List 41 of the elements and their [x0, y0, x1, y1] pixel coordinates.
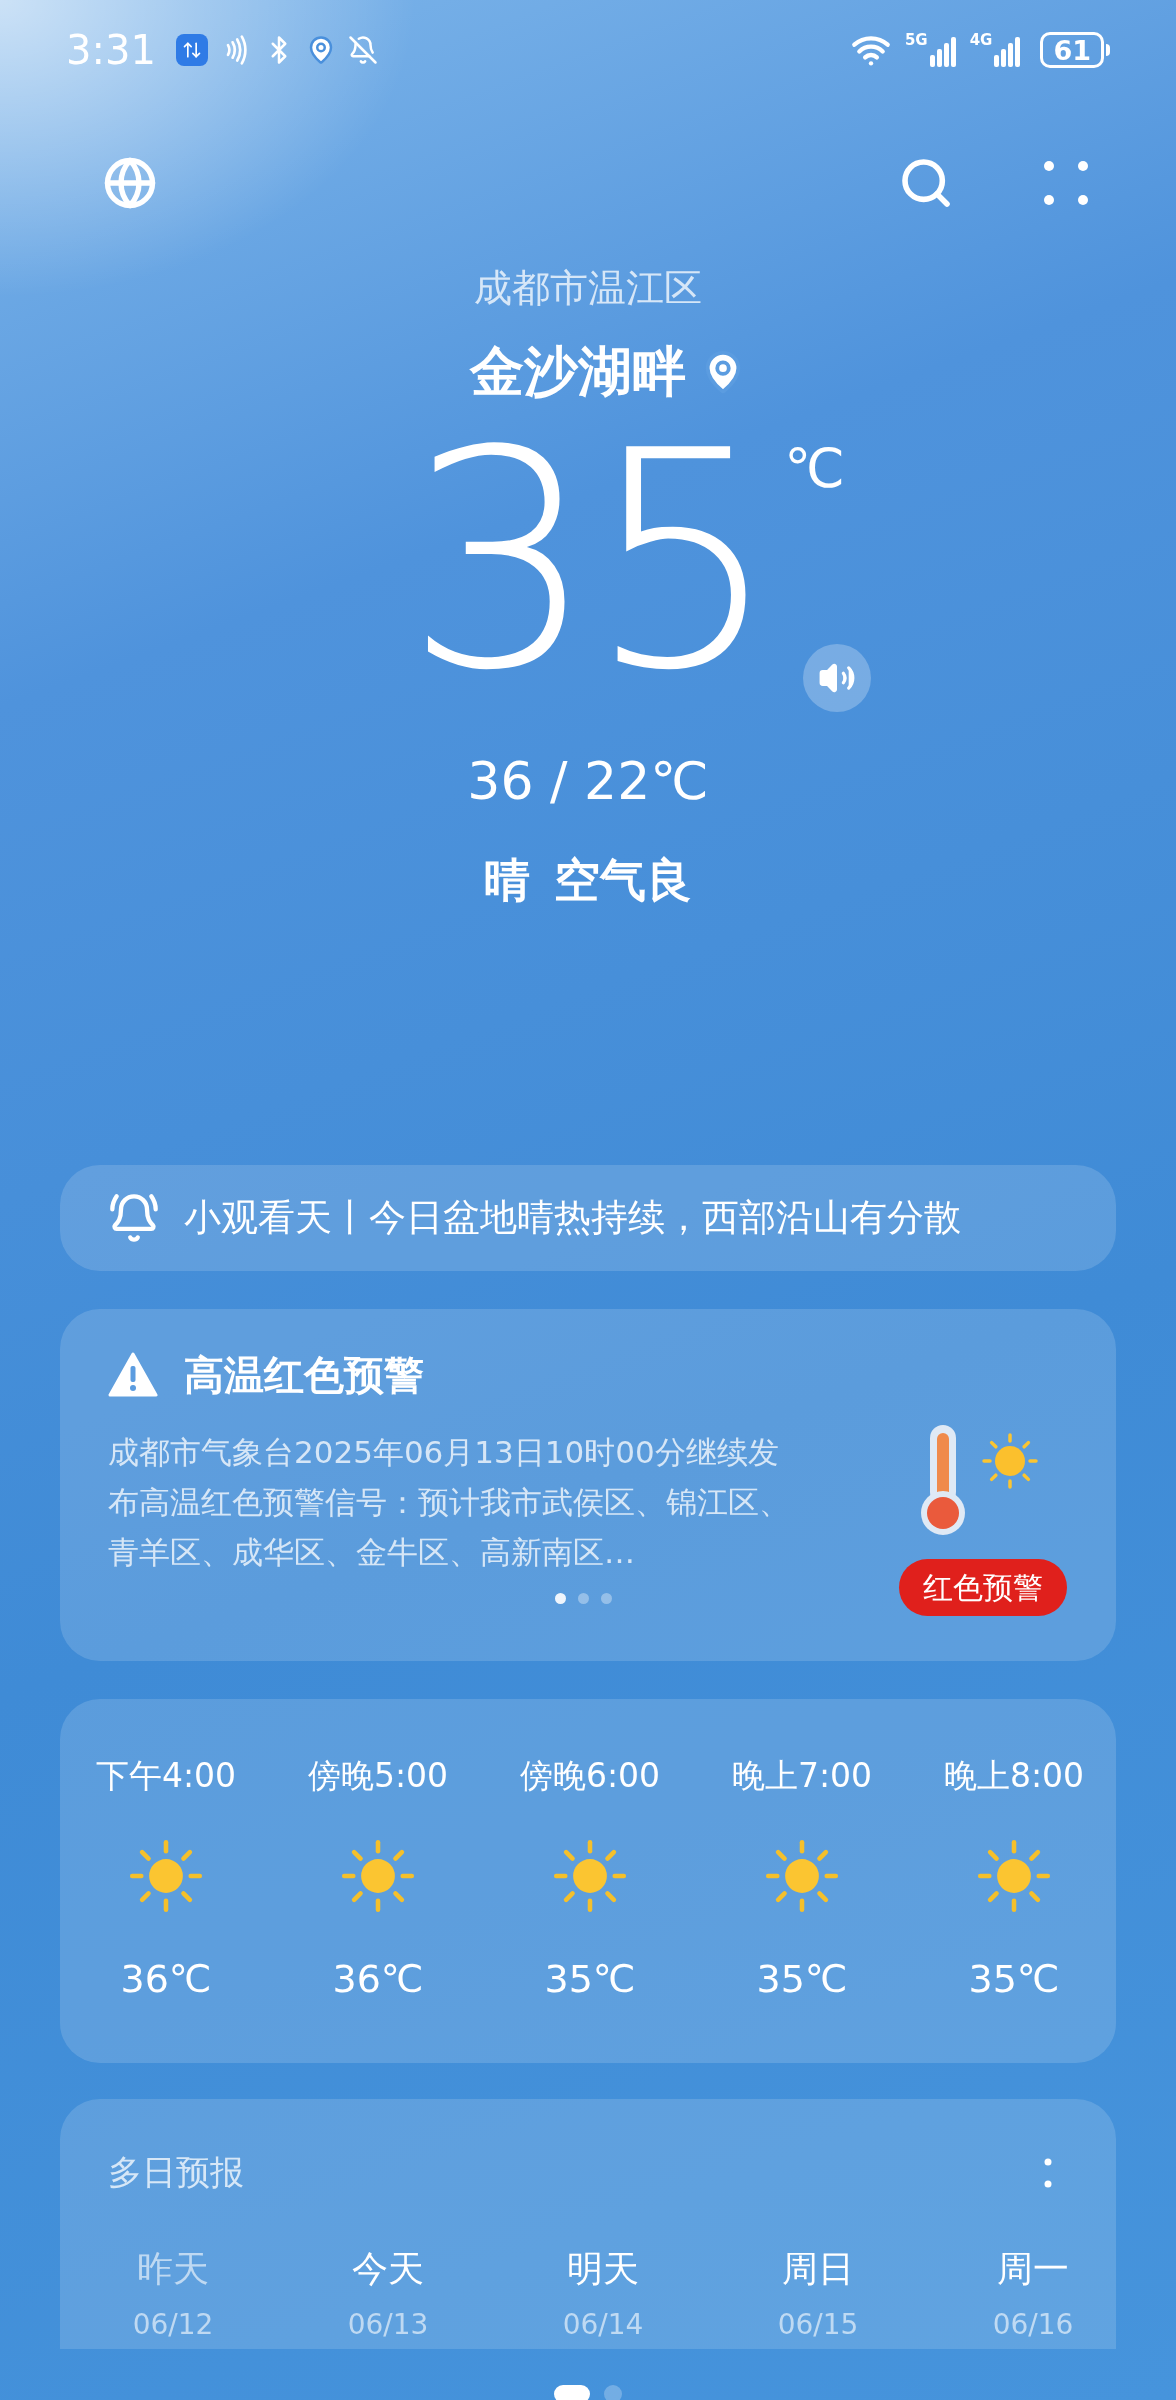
region-name: 成都市温江区 [474, 265, 702, 312]
hour-temperature: 35℃ [968, 1955, 1060, 2003]
day-label: 明天 [567, 2247, 639, 2291]
day-date: 06/15 [777, 2307, 859, 2343]
warning-level-badge: 红色预警 [899, 1559, 1067, 1616]
day-label: 昨天 [137, 2247, 209, 2291]
temperature-unit: ℃ [784, 436, 845, 502]
data-transfer-icon [175, 34, 208, 66]
warning-description: 成都市气象台2025年06月13日10时00分继续发布高温红色预警信号：预计我市武侯区、锦江区、青羊区、成华区、金牛区、高新南区… [108, 1433, 791, 1572]
hour-time: 晚上8:00 [943, 1755, 1085, 1797]
day-label: 今天 [352, 2247, 424, 2291]
bell-icon [108, 1192, 160, 1244]
more-icon [1044, 2157, 1052, 2188]
warning-icon [108, 1352, 158, 1398]
hour-time: 下午4:00 [95, 1755, 237, 1797]
hour-time: 傍晚5:00 [307, 1755, 449, 1797]
day-date: 06/12 [132, 2307, 214, 2343]
hour-temperature: 36℃ [120, 1955, 212, 2003]
day-date: 06/16 [992, 2307, 1074, 2343]
air-quality: 空气良 [554, 852, 692, 909]
weather-condition: 晴 [484, 852, 530, 909]
warning-card[interactable]: 高温红色预警 成都市气象台2025年06月13日10时00分继续发布高温红色预警信号：预计我市武侯区、锦江区、青羊区、成华区、金牛区、高新南区… 红色预警 [60, 1309, 1116, 1661]
day-date: 06/14 [562, 2307, 644, 2343]
weather-news-banner[interactable]: 小观看天丨今日盆地晴热持续，西部沿山有分散 [60, 1165, 1116, 1271]
warning-title: 高温红色预警 [184, 1351, 424, 1400]
hour-temperature: 35℃ [544, 1955, 636, 2003]
clock-time: 3:31 [66, 26, 156, 75]
hour-time: 晚上7:00 [731, 1755, 873, 1797]
forecast-title: 多日预报 [108, 2151, 244, 2194]
hour-temperature: 35℃ [756, 1955, 848, 2003]
location-name: 金沙湖畔 [470, 339, 686, 405]
temperature-range: 36 / 22℃ [467, 750, 709, 813]
day-date: 06/13 [347, 2307, 429, 2343]
hour-temperature: 36℃ [332, 1955, 424, 2003]
current-temperature: 35 [405, 412, 771, 712]
bell-off-icon [347, 35, 378, 65]
battery-indicator: 61 [1040, 32, 1104, 68]
day-label: 周日 [782, 2247, 854, 2291]
day-label: 周一 [997, 2247, 1069, 2291]
hour-time: 傍晚6:00 [519, 1755, 661, 1797]
banner-text: 小观看天丨今日盆地晴热持续，西部沿山有分散 [184, 1195, 961, 1242]
